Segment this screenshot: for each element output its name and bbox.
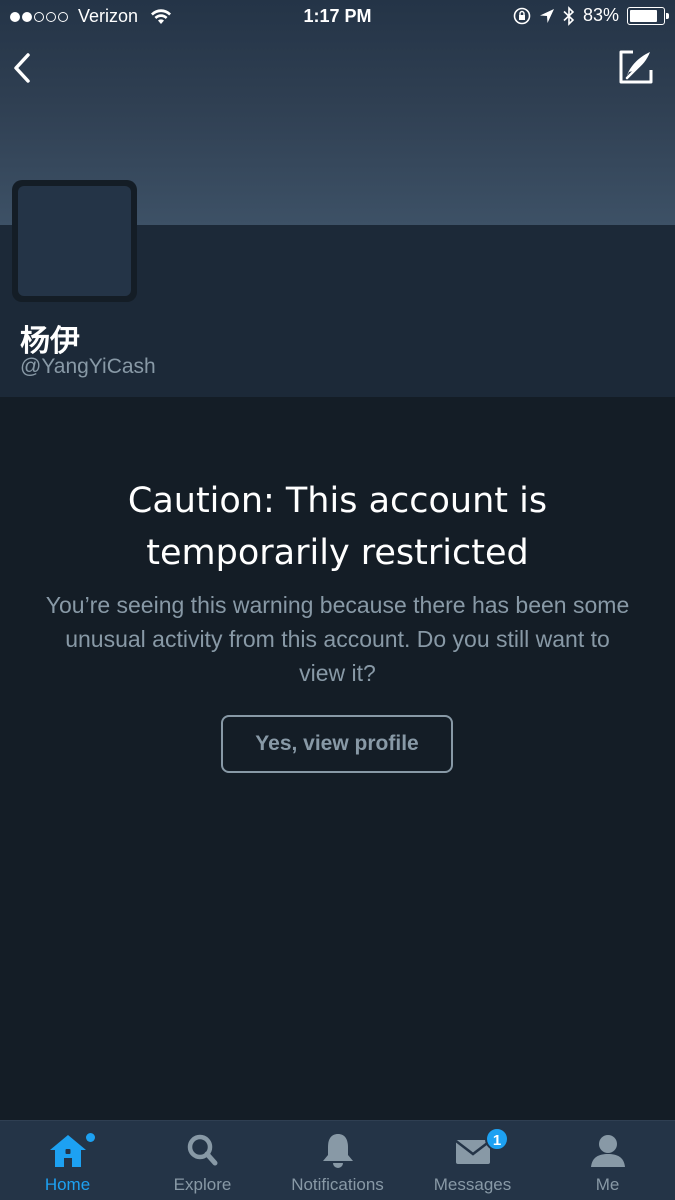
tab-label: Home bbox=[44, 1175, 91, 1194]
tab-notifications[interactable]: Notifications bbox=[270, 1121, 405, 1200]
battery-icon bbox=[627, 6, 669, 25]
tab-label: Messages bbox=[433, 1175, 512, 1194]
person-icon bbox=[590, 1135, 625, 1167]
chevron-left-icon bbox=[14, 53, 30, 83]
compose-tweet-button[interactable] bbox=[617, 48, 655, 86]
rotation-lock-icon bbox=[513, 7, 531, 24]
home-icon bbox=[49, 1135, 86, 1167]
messages-badge: 1 bbox=[485, 1127, 509, 1151]
tab-label: Notifications bbox=[291, 1175, 384, 1194]
bluetooth-icon bbox=[563, 5, 575, 26]
display-name: 杨伊 bbox=[20, 324, 80, 359]
tab-messages[interactable]: 1 Messages bbox=[405, 1121, 540, 1200]
caution-title: Caution: This account is temporarily res… bbox=[127, 481, 548, 573]
tab-home[interactable]: Home bbox=[0, 1121, 135, 1200]
caution-message: You’re seeing this warning because there… bbox=[45, 592, 630, 686]
view-profile-button[interactable]: Yes, view profile bbox=[221, 715, 453, 773]
tab-bar: Home Explore Notifications 1 Messages Me bbox=[0, 1120, 675, 1200]
search-icon bbox=[187, 1134, 217, 1166]
tab-label: Me bbox=[595, 1175, 620, 1194]
tab-me[interactable]: Me bbox=[540, 1121, 675, 1200]
location-arrow-icon bbox=[539, 8, 554, 23]
battery-percent: 83% bbox=[582, 5, 619, 25]
battery-fill bbox=[630, 9, 657, 22]
bell-icon bbox=[322, 1134, 353, 1168]
avatar-placeholder bbox=[18, 186, 131, 296]
compose-tweet-icon bbox=[619, 50, 653, 84]
back-button[interactable] bbox=[10, 50, 38, 86]
user-handle: @YangYiCash bbox=[20, 355, 156, 378]
avatar[interactable] bbox=[12, 180, 137, 302]
home-new-indicator bbox=[86, 1133, 95, 1142]
status-bar: Verizon 1:17 PM 83% bbox=[0, 0, 675, 36]
tab-label: Explore bbox=[173, 1175, 232, 1194]
caution-panel: Caution: This account is temporarily res… bbox=[0, 397, 675, 1120]
tab-explore[interactable]: Explore bbox=[135, 1121, 270, 1200]
status-right: 83% bbox=[513, 5, 669, 26]
